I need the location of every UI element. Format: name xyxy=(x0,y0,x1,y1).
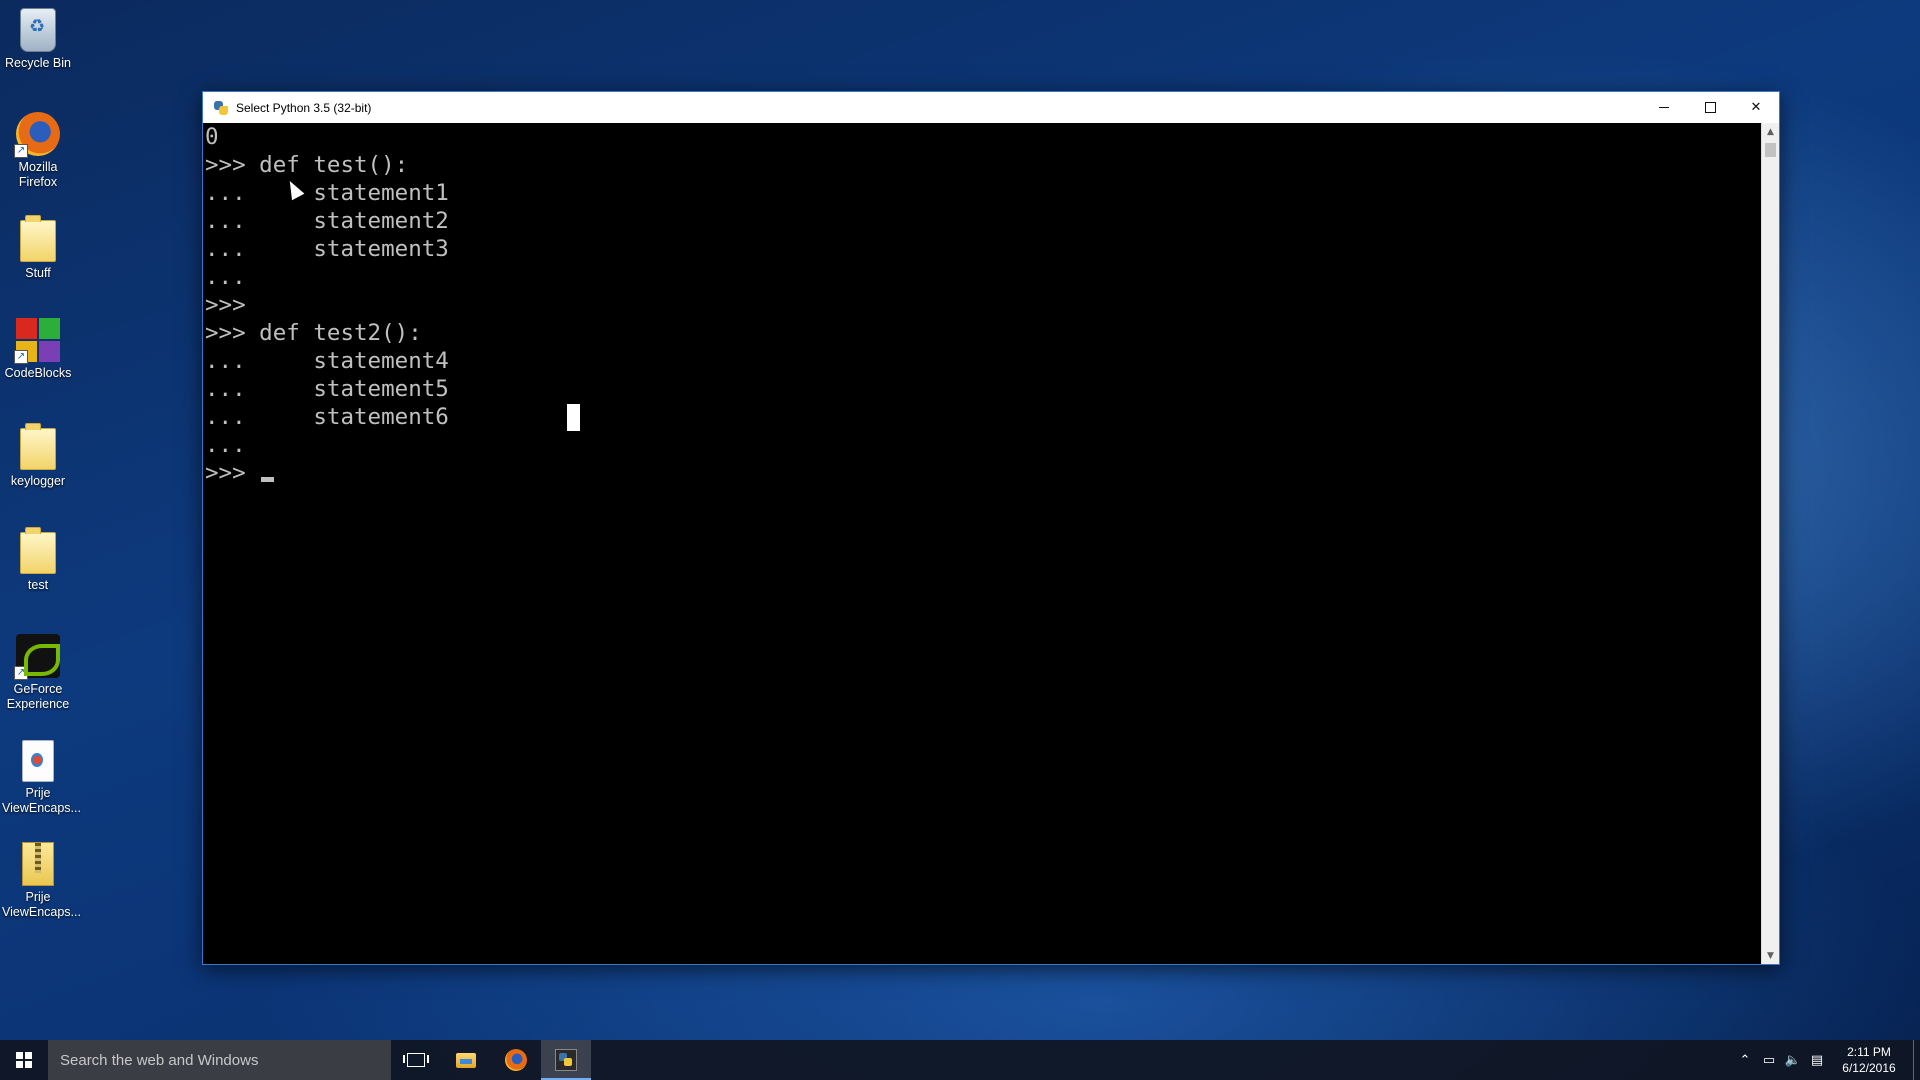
desktop-icon-geforce[interactable]: ↗ GeForce Experience xyxy=(0,634,76,712)
desktop-icon-label: Mozilla Firefox xyxy=(18,160,58,189)
desktop-icon-label: GeForce Experience xyxy=(6,682,70,711)
desktop-icon-label: test xyxy=(27,578,49,592)
terminal-line: ... statement1 xyxy=(205,180,449,206)
selection-block xyxy=(567,404,580,431)
desktop-icon-label: Stuff xyxy=(25,266,51,280)
desktop-icon-label: CodeBlocks xyxy=(4,366,72,380)
chevron-up-icon[interactable]: ⌃ xyxy=(1733,1040,1757,1080)
terminal-line: ... statement2 xyxy=(205,208,449,234)
terminal-line: ... xyxy=(205,264,246,290)
minimize-button[interactable] xyxy=(1641,92,1687,123)
terminal-line: ... statement6 xyxy=(205,404,449,430)
action-center-icon[interactable]: ▤ xyxy=(1805,1040,1829,1080)
codeblocks-icon: ↗ xyxy=(14,318,60,364)
desktop-icon-stuff[interactable]: Stuff xyxy=(0,215,76,281)
nvidia-icon: ↗ xyxy=(14,634,60,680)
desktop: Recycle Bin ↗ Mozilla Firefox Stuff ↗ Co… xyxy=(0,0,1920,1080)
prompt-text: >>> xyxy=(205,460,260,486)
terminal-line: 0 xyxy=(205,124,219,150)
maximize-button[interactable] xyxy=(1687,92,1733,123)
folder-icon xyxy=(456,1052,476,1068)
python-console-window[interactable]: Select Python 3.5 (32-bit) 0 >>> def tes… xyxy=(202,91,1780,965)
terminal-line: ... statement3 xyxy=(205,236,449,262)
desktop-icon-label: keylogger xyxy=(10,474,66,488)
python-icon xyxy=(213,100,229,116)
taskbar: Search the web and Windows ⌃ ▭ 🔈 ▤ 2:11 … xyxy=(0,1040,1920,1080)
desktop-icon-keylogger[interactable]: keylogger xyxy=(0,423,76,489)
show-desktop-button[interactable] xyxy=(1913,1040,1920,1080)
text-cursor xyxy=(261,477,275,482)
desktop-icon-recycle-bin[interactable]: Recycle Bin xyxy=(0,8,76,71)
clock-time: 2:11 PM xyxy=(1847,1045,1891,1059)
desktop-icon-label: Prije ViewEncaps... xyxy=(2,890,81,919)
terminal-line: ... statement5 xyxy=(205,376,449,402)
title-bar[interactable]: Select Python 3.5 (32-bit) xyxy=(203,92,1779,123)
terminal-line: >>> xyxy=(205,292,246,318)
desktop-icon-prije-2[interactable]: Prije ViewEncaps... xyxy=(0,842,81,920)
taskbar-python[interactable] xyxy=(541,1040,591,1080)
windows-logo-icon xyxy=(16,1052,32,1068)
clock-date: 6/12/2016 xyxy=(1842,1061,1896,1075)
firefox-icon: ↗ xyxy=(14,112,60,158)
shortcut-arrow-icon: ↗ xyxy=(14,350,28,364)
network-icon[interactable]: ▭ xyxy=(1757,1040,1781,1080)
terminal-line: ... statement4 xyxy=(205,348,449,374)
scroll-thumb[interactable] xyxy=(1765,143,1776,157)
folder-icon xyxy=(20,215,56,262)
python-icon xyxy=(555,1049,577,1071)
taskbar-firefox[interactable] xyxy=(491,1040,541,1080)
terminal-line: >>> def test(): xyxy=(205,152,409,178)
desktop-icon-test[interactable]: test xyxy=(0,527,76,593)
shortcut-arrow-icon: ↗ xyxy=(14,144,28,158)
desktop-icon-prije-1[interactable]: Prije ViewEncaps... xyxy=(0,740,81,816)
vertical-scrollbar[interactable]: ▲ ▼ xyxy=(1761,123,1779,964)
desktop-icon-codeblocks[interactable]: ↗ CodeBlocks xyxy=(0,318,76,381)
system-tray: ⌃ ▭ 🔈 ▤ 2:11 PM 6/12/2016 xyxy=(1733,1040,1920,1080)
folder-icon xyxy=(20,527,56,574)
clock[interactable]: 2:11 PM 6/12/2016 xyxy=(1829,1044,1909,1076)
scroll-up-icon[interactable]: ▲ xyxy=(1762,123,1779,140)
recycle-bin-icon xyxy=(20,8,56,52)
desktop-icon-label: Recycle Bin xyxy=(5,56,71,70)
search-placeholder: Search the web and Windows xyxy=(60,1051,259,1069)
window-controls xyxy=(1641,92,1779,123)
search-box[interactable]: Search the web and Windows xyxy=(48,1040,391,1080)
volume-icon[interactable]: 🔈 xyxy=(1781,1040,1805,1080)
firefox-icon xyxy=(505,1049,527,1071)
terminal-prompt-line[interactable]: >>> xyxy=(205,459,1762,487)
desktop-icon-firefox[interactable]: ↗ Mozilla Firefox xyxy=(0,112,76,190)
document-icon xyxy=(22,740,54,782)
task-view-button[interactable] xyxy=(391,1040,441,1080)
scroll-down-icon[interactable]: ▼ xyxy=(1762,947,1779,964)
shortcut-arrow-icon: ↗ xyxy=(14,666,28,680)
terminal-output[interactable]: 0 >>> def test(): ... statement1 ... sta… xyxy=(203,123,1762,964)
desktop-icon-label: Prije ViewEncaps... xyxy=(2,786,81,815)
start-button[interactable] xyxy=(0,1040,48,1080)
zip-folder-icon xyxy=(22,842,54,886)
folder-icon xyxy=(20,423,56,470)
window-title: Select Python 3.5 (32-bit) xyxy=(236,100,372,115)
close-button[interactable] xyxy=(1733,92,1779,123)
taskbar-file-explorer[interactable] xyxy=(441,1040,491,1080)
task-view-icon xyxy=(403,1053,429,1067)
terminal-line: ... xyxy=(205,432,246,458)
terminal-line: >>> def test2(): xyxy=(205,320,422,346)
